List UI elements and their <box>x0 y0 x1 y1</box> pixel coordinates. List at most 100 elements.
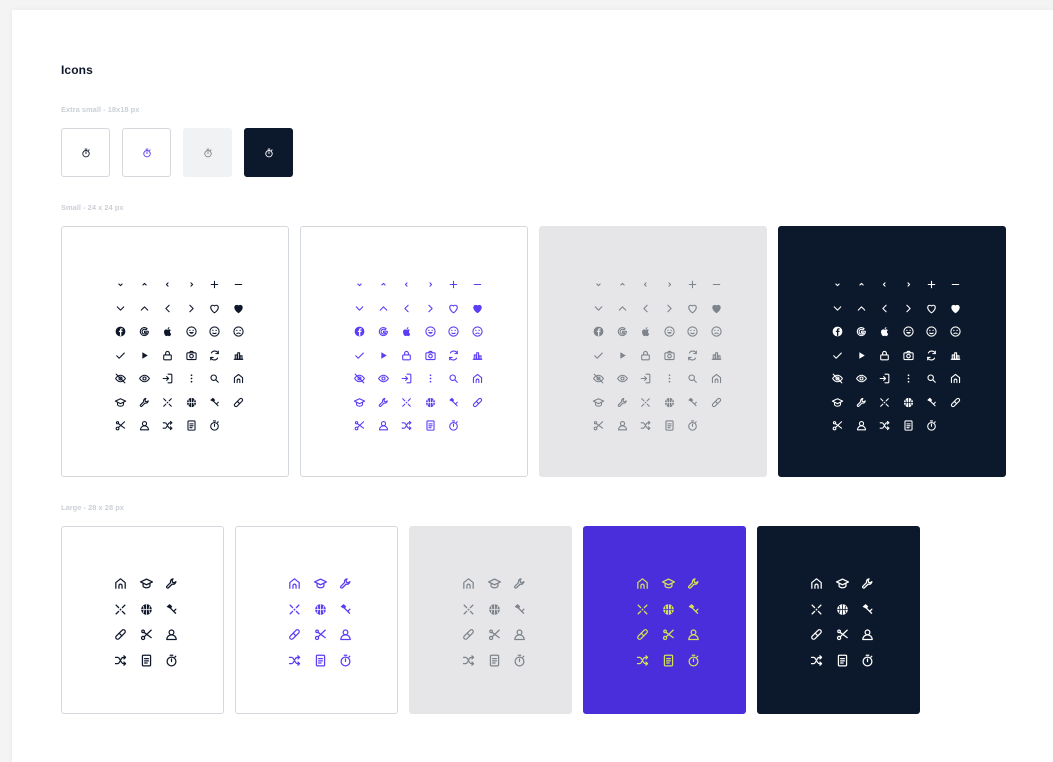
lock-icon <box>156 344 180 368</box>
large-tile-navy <box>757 526 920 714</box>
chevron-left-small-icon <box>634 273 658 297</box>
chart-icon <box>466 344 490 368</box>
chevron-down-icon <box>109 297 133 321</box>
chevron-left-icon <box>873 297 897 321</box>
stopwatch-icon <box>681 648 707 674</box>
chevron-left-icon <box>156 297 180 321</box>
basketball-icon <box>308 597 334 623</box>
section-label-large: Large - 28 x 28 px <box>61 503 124 512</box>
shuffle-icon <box>395 414 419 438</box>
neutral-face-icon <box>920 320 944 344</box>
document-icon <box>308 648 334 674</box>
eye-off-icon <box>587 367 611 391</box>
plus-icon <box>203 273 227 297</box>
basketball-icon <box>180 391 204 415</box>
apple-icon <box>156 320 180 344</box>
page-title: Icons <box>61 63 93 77</box>
hammer-icon <box>507 597 533 623</box>
small-tile-white-dark <box>61 226 289 477</box>
scissors-icon <box>482 622 508 648</box>
bandage-icon <box>456 622 482 648</box>
user-icon <box>133 414 157 438</box>
wrench-icon <box>159 571 185 597</box>
graduation-cap-icon <box>826 391 850 415</box>
large-tile-purple-lime <box>583 526 746 714</box>
eye-icon <box>133 367 157 391</box>
icon-grid <box>456 571 533 673</box>
eye-off-icon <box>348 367 372 391</box>
chart-icon <box>227 344 251 368</box>
sad-face-icon <box>227 320 251 344</box>
graduation-cap-icon <box>348 391 372 415</box>
icon-grid <box>109 273 250 438</box>
bandage-icon <box>466 391 490 415</box>
home-icon <box>282 571 308 597</box>
user-icon <box>850 414 874 438</box>
check-icon <box>109 344 133 368</box>
eye-icon <box>372 367 396 391</box>
more-vertical-icon <box>658 367 682 391</box>
stopwatch-icon <box>920 414 944 438</box>
basketball-icon <box>830 597 856 623</box>
icon-grid <box>587 273 728 438</box>
home-icon <box>804 571 830 597</box>
home-icon <box>466 367 490 391</box>
chevron-left-small-icon <box>395 273 419 297</box>
home-icon <box>944 367 968 391</box>
search-icon <box>442 367 466 391</box>
stopwatch-icon <box>264 148 273 157</box>
camera-icon <box>897 344 921 368</box>
graduation-cap-icon <box>308 571 334 597</box>
scissors-icon <box>109 414 133 438</box>
shuffle-icon <box>156 414 180 438</box>
eye-off-icon <box>109 367 133 391</box>
heart-outline-icon <box>920 297 944 321</box>
minus-icon <box>705 273 729 297</box>
user-icon <box>855 622 881 648</box>
user-icon <box>159 622 185 648</box>
xs-tile-light-grey <box>183 128 232 177</box>
eye-icon <box>850 367 874 391</box>
minus-icon <box>466 273 490 297</box>
basketball-icon <box>658 391 682 415</box>
hammer-icon <box>442 391 466 415</box>
tools-icon <box>395 391 419 415</box>
hammer-icon <box>855 597 881 623</box>
tools-icon <box>630 597 656 623</box>
chart-icon <box>705 344 729 368</box>
bandage-icon <box>944 391 968 415</box>
stopwatch-icon <box>855 648 881 674</box>
chevron-right-icon <box>897 297 921 321</box>
home-icon <box>108 571 134 597</box>
stopwatch-icon <box>203 148 212 157</box>
lock-icon <box>634 344 658 368</box>
search-icon <box>681 367 705 391</box>
eye-icon <box>611 367 635 391</box>
icon-grid <box>630 571 707 673</box>
smile-icon <box>419 320 443 344</box>
heart-outline-icon <box>203 297 227 321</box>
play-icon <box>611 344 635 368</box>
chevron-up-icon <box>850 297 874 321</box>
large-tile-grey <box>409 526 572 714</box>
apple-icon <box>634 320 658 344</box>
small-tile-navy <box>778 226 1006 477</box>
lock-icon <box>395 344 419 368</box>
chevron-right-icon <box>658 297 682 321</box>
sad-face-icon <box>944 320 968 344</box>
section-label-extra-small: Extra small - 18x18 px <box>61 105 140 114</box>
sad-face-icon <box>466 320 490 344</box>
login-icon <box>634 367 658 391</box>
heart-outline-icon <box>442 297 466 321</box>
bandage-icon <box>630 622 656 648</box>
facebook-icon <box>348 320 372 344</box>
google-icon <box>133 320 157 344</box>
check-icon <box>587 344 611 368</box>
scissors-icon <box>308 622 334 648</box>
chevron-left-icon <box>395 297 419 321</box>
apple-icon <box>395 320 419 344</box>
document-icon <box>134 648 160 674</box>
stopwatch-icon <box>442 414 466 438</box>
shuffle-icon <box>108 648 134 674</box>
chevron-up-icon <box>611 297 635 321</box>
